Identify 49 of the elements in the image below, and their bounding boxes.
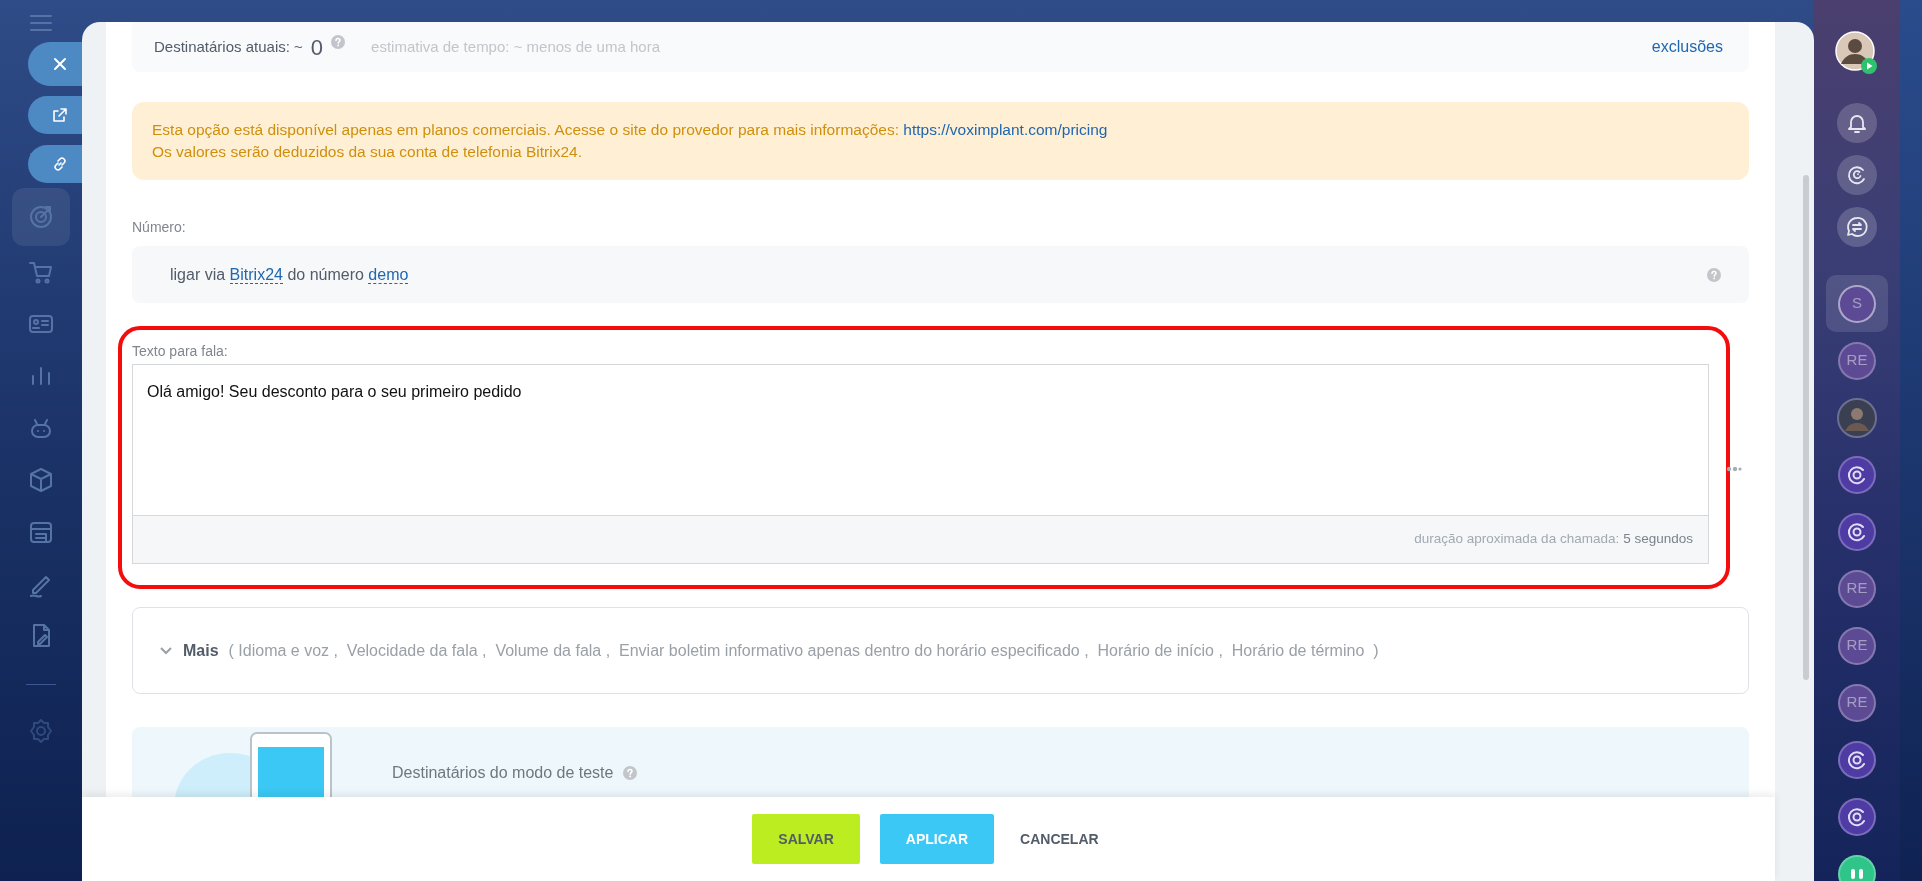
channel-icon — [1846, 805, 1868, 828]
recipients-count: 0 — [310, 33, 324, 62]
test-mode-title: Destinatários do modo de teste — [392, 763, 614, 783]
recipients-label: Destinatários atuais: ~ — [154, 36, 303, 57]
assistant-button[interactable] — [1837, 155, 1877, 195]
number-text: ligar via Bitrix24 do número demo — [170, 264, 409, 286]
chat-avatar[interactable]: RE — [1838, 569, 1876, 608]
copy-link-button[interactable] — [28, 145, 82, 183]
messages-button[interactable] — [1837, 207, 1877, 247]
speech-text-field[interactable]: Olá amigo! Seu desconto para o seu primeiro pedido — [132, 364, 1709, 515]
chat-avatar[interactable]: RE — [1838, 683, 1876, 722]
chevron-icon[interactable] — [159, 646, 173, 655]
pricing-link[interactable]: https://voximplant.com/pricing — [903, 121, 1108, 138]
field-label: Número: — [132, 218, 187, 236]
chat-avatar[interactable]: RE — [1838, 626, 1876, 665]
menu-icon[interactable] — [29, 14, 53, 32]
channel-icon — [1846, 520, 1868, 543]
chat-avatar[interactable]: S — [1838, 284, 1876, 323]
duration-label: duração aproximada da chamada: — [1414, 530, 1620, 549]
more-toggle[interactable]: Mais — [183, 638, 219, 663]
chat-icon — [1845, 215, 1869, 239]
close-icon — [53, 57, 67, 71]
external-link-icon — [52, 107, 68, 123]
link-icon — [52, 156, 68, 172]
target-icon[interactable] — [27, 203, 55, 231]
channel-icon — [1846, 748, 1868, 771]
field-label: Texto para fala: — [132, 342, 229, 360]
save-button[interactable]: SALVAR — [752, 814, 860, 864]
group-icon — [1849, 866, 1865, 881]
help-icon — [1707, 267, 1721, 282]
duration-value: 5 segundos — [1623, 530, 1693, 549]
help-icon — [623, 766, 638, 780]
cancel-button[interactable]: CANCELAR — [1014, 814, 1105, 864]
user-avatar[interactable] — [1835, 30, 1879, 75]
exclusions-link[interactable]: exclusões — [1651, 35, 1723, 59]
open-window-button[interactable] — [28, 96, 82, 134]
chat-avatar[interactable]: RE — [1838, 341, 1876, 380]
scrollbar[interactable] — [1803, 175, 1809, 680]
close-button[interactable] — [28, 42, 82, 86]
help-icon — [331, 35, 346, 49]
number-link[interactable]: demo — [368, 265, 409, 284]
settings-icon[interactable] — [27, 717, 55, 745]
more-options: ( Idioma e voz , Velocidade da fala , Volume da fala , Enviar boletim informativo apenas dentro do horário especificado , Horário de início , Horário de término ) — [228, 638, 1379, 663]
channel-icon — [1846, 463, 1868, 486]
resize-handle[interactable] — [1726, 466, 1742, 472]
box-icon[interactable] — [27, 466, 55, 494]
provider-link[interactable]: Bitrix24 — [229, 265, 283, 284]
notifications-button[interactable] — [1837, 103, 1877, 143]
notice-text: Esta opção está disponível apenas em planos comerciais. Acesse o site do provedor para mais informações: https://voximplant.com/pricing Os valores serão deduzidos da sua conta de telefonia Bitrix24. — [132, 102, 1749, 180]
